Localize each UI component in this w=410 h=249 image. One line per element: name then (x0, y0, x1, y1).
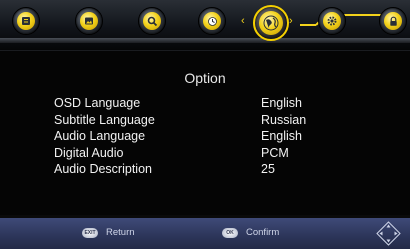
setting-label: Subtitle Language (54, 113, 155, 127)
picture-icon[interactable] (75, 7, 103, 35)
confirm-hint[interactable]: OK Confirm (222, 227, 279, 238)
setting-value: English (261, 129, 302, 143)
exit-key-icon: EXIT (82, 227, 98, 238)
setting-label: Digital Audio (54, 146, 124, 160)
setting-row-subtitle-language[interactable]: Subtitle Language Russian (54, 113, 354, 129)
setting-label: Audio Language (54, 129, 146, 143)
confirm-label: Confirm (246, 227, 280, 238)
setting-value: 25 (261, 162, 275, 176)
settings-gear-icon[interactable] (318, 7, 346, 35)
clock-icon[interactable] (198, 7, 226, 35)
nav-left-arrow-icon[interactable]: ‹ (241, 15, 245, 27)
menu-track (0, 38, 410, 43)
setting-label: OSD Language (54, 96, 141, 110)
top-menu-bar: ‹ › (0, 0, 410, 51)
option-globe-icon[interactable] (253, 5, 289, 41)
ok-key-icon: OK (222, 227, 238, 238)
page-title: Option (184, 70, 226, 86)
lock-icon[interactable] (379, 7, 407, 35)
setting-row-digital-audio[interactable]: Digital Audio PCM (54, 146, 354, 162)
setting-value: Russian (261, 113, 307, 127)
setting-row-osd-language[interactable]: OSD Language English (54, 96, 354, 112)
setting-row-audio-description[interactable]: Audio Description 25 (54, 162, 354, 178)
return-hint[interactable]: EXIT Return (82, 227, 135, 238)
info-icon[interactable] (12, 7, 40, 35)
search-icon[interactable] (138, 7, 166, 35)
active-tab-rail (300, 24, 316, 26)
footer-hint-bar: EXIT Return OK Confirm (0, 218, 410, 249)
nav-right-arrow-icon[interactable]: › (289, 15, 293, 27)
dpad-navigation-icon (376, 221, 401, 246)
setting-label: Audio Description (54, 162, 152, 176)
setting-value: English (261, 96, 302, 110)
setting-value: PCM (261, 146, 289, 160)
setting-row-audio-language[interactable]: Audio Language English (54, 129, 354, 145)
return-label: Return (106, 227, 135, 238)
